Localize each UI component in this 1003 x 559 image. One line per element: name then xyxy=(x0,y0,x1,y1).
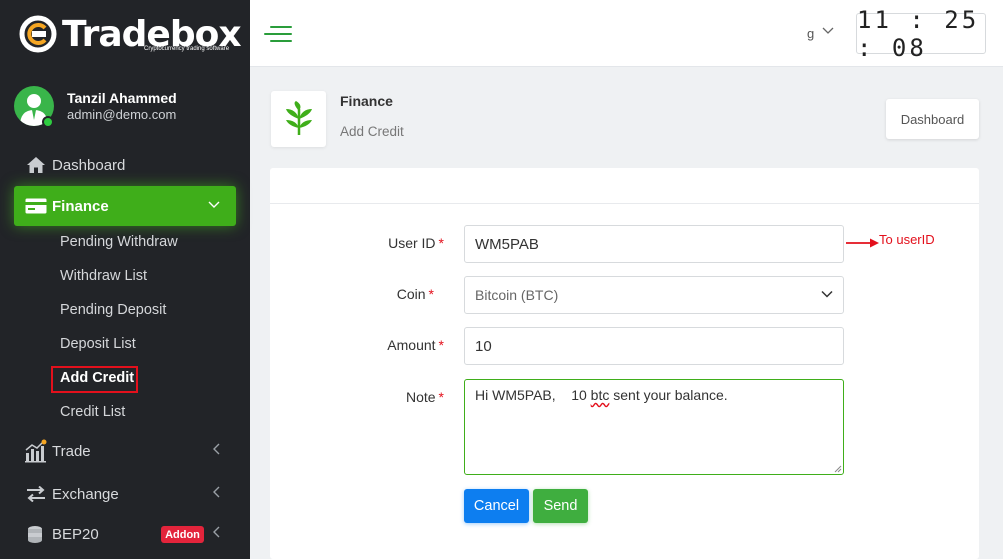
sidebar-subitem-pending-deposit[interactable]: Pending Deposit xyxy=(60,302,166,318)
language-selector[interactable]: g xyxy=(807,26,814,41)
amount-label: Amount * xyxy=(387,337,444,353)
brand-logo[interactable]: Tradebox Cryptocurrency trading software xyxy=(18,12,242,56)
user-profile[interactable]: Tanzil Ahammed admin@demo.com xyxy=(14,86,239,130)
user-id-input[interactable]: WM5PAB xyxy=(464,225,844,263)
chevron-left-icon xyxy=(212,443,220,458)
card-icon xyxy=(24,196,48,216)
page-header-icon-card xyxy=(271,91,326,147)
amount-input[interactable]: 10 xyxy=(464,327,844,365)
card-divider xyxy=(270,203,979,204)
chevron-left-icon xyxy=(212,526,220,541)
logo-mark-icon xyxy=(19,15,57,53)
send-button[interactable]: Send xyxy=(533,489,588,523)
chevron-down-icon xyxy=(208,198,220,212)
sidebar-item-dashboard[interactable]: Dashboard xyxy=(14,145,236,185)
trade-chart-icon xyxy=(24,439,48,463)
sidebar-item-label: Finance xyxy=(52,197,109,215)
sidebar-item-trade[interactable]: Trade xyxy=(14,431,236,471)
brand-tagline: Cryptocurrency trading software xyxy=(144,46,230,52)
note-textarea[interactable]: Hi WM5PAB, 10 btc sent your balance. xyxy=(464,379,844,475)
cancel-button[interactable]: Cancel xyxy=(464,489,529,523)
coin-stack-icon xyxy=(24,524,48,544)
online-status-dot xyxy=(42,116,54,128)
dashboard-button[interactable]: Dashboard xyxy=(886,99,979,139)
home-icon xyxy=(24,155,48,175)
sidebar-subitem-credit-list[interactable]: Credit List xyxy=(60,404,125,420)
note-label: Note * xyxy=(405,389,444,405)
sidebar-item-finance[interactable]: Finance xyxy=(14,186,236,226)
sidebar: Tradebox Cryptocurrency trading software… xyxy=(0,0,250,559)
coin-select[interactable]: Bitcoin (BTC) xyxy=(464,276,844,314)
sidebar-item-label: Trade xyxy=(52,442,91,460)
sidebar-subitem-deposit-list[interactable]: Deposit List xyxy=(60,336,136,352)
user-email: admin@demo.com xyxy=(67,107,177,122)
coin-label: Coin * xyxy=(396,286,434,302)
menu-toggle-icon[interactable] xyxy=(264,24,294,44)
topbar: g 11 : 25 : 08 xyxy=(250,0,1003,67)
resize-handle-icon[interactable] xyxy=(834,465,842,473)
leaf-icon xyxy=(285,101,312,135)
clock-display: 11 : 25 : 08 xyxy=(856,6,986,62)
user-name: Tanzil Ahammed xyxy=(67,90,177,106)
exchange-arrows-icon xyxy=(24,484,48,504)
sidebar-item-label: Dashboard xyxy=(52,156,126,174)
sidebar-subitem-withdraw-list[interactable]: Withdraw List xyxy=(60,268,147,284)
chevron-down-icon[interactable] xyxy=(822,24,834,38)
addon-badge: Addon xyxy=(161,526,204,543)
sidebar-item-label: Exchange xyxy=(52,485,119,503)
chevron-left-icon xyxy=(212,486,220,501)
breadcrumb: Add Credit xyxy=(340,124,404,139)
annotation-label: To userID xyxy=(879,232,935,247)
sidebar-subitem-pending-withdraw[interactable]: Pending Withdraw xyxy=(60,234,178,250)
annotation-arrow-icon xyxy=(846,238,879,248)
sidebar-item-label: BEP20 xyxy=(52,525,99,543)
sidebar-subitem-add-credit[interactable]: Add Credit xyxy=(60,370,134,386)
chevron-down-icon xyxy=(821,290,833,298)
user-id-label: User ID * xyxy=(388,235,444,251)
sidebar-item-exchange[interactable]: Exchange xyxy=(14,474,236,514)
page-title: Finance xyxy=(340,93,393,109)
